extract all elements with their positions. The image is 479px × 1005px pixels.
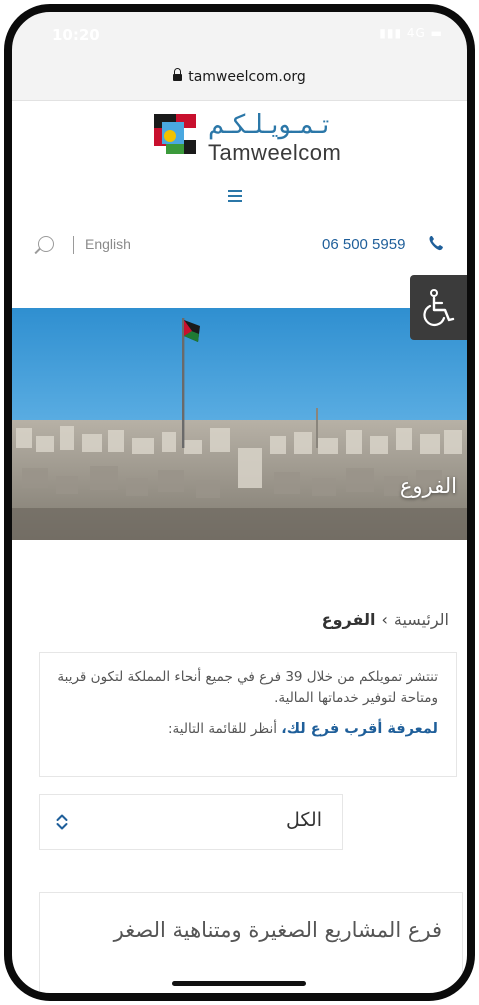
breadcrumb-home-link[interactable]: الرئيسية: [394, 610, 449, 629]
logo-mark-icon: [154, 114, 196, 154]
branch-filter-select[interactable]: الكل: [39, 794, 343, 850]
select-value: الكل: [286, 809, 322, 831]
network-type: 4G: [406, 26, 426, 40]
intro-card: تنتشر تمويلكم من خلال 39 فرع في جميع أنح…: [39, 652, 457, 777]
status-time: 10:20: [52, 26, 100, 44]
branch-title: فرع المشاريع الصغيرة ومتناهية الصغر: [113, 918, 442, 942]
language-switch-link[interactable]: English: [85, 236, 131, 252]
site-logo[interactable]: تـمـويـلـكـم Tamweelcom: [152, 110, 352, 170]
intro-cta-text: أنظر للقائمة التالية:: [168, 721, 282, 737]
hero-city-image: [12, 308, 467, 540]
browser-url-bar[interactable]: tamweelcom.org: [12, 56, 467, 101]
url-text: tamweelcom.org: [188, 69, 306, 85]
battery-icon: ▬: [430, 26, 443, 40]
signal-icon: ▮▮▮: [379, 26, 403, 40]
divider: [73, 236, 74, 254]
lock-icon: [173, 68, 183, 81]
accessibility-button[interactable]: [410, 275, 467, 340]
phone-number-link[interactable]: 06 500 5959: [322, 236, 405, 253]
home-indicator[interactable]: [172, 981, 306, 986]
wheelchair-icon: [423, 289, 455, 327]
hero-banner: [12, 308, 467, 540]
phone-icon: [429, 236, 443, 251]
hero-title: الفروع: [399, 474, 457, 498]
intro-cta: لمعرفة أقرب فرع لك، أنظر للقائمة التالية…: [168, 721, 438, 737]
intro-text: تنتشر تمويلكم من خلال 39 فرع في جميع أنح…: [57, 669, 438, 706]
url-display[interactable]: tamweelcom.org: [12, 68, 467, 85]
logo-english-text: Tamweelcom: [208, 140, 342, 165]
breadcrumb-current: الفروع: [321, 610, 376, 629]
breadcrumb: الرئيسية › الفروع: [322, 610, 449, 629]
network-indicator: ▮▮▮ 4G ▬: [379, 26, 443, 40]
screen: 10:20 ▮▮▮ 4G ▬ tamweelcom.org تـمـويـلـك…: [12, 12, 467, 993]
nearest-branch-link[interactable]: لمعرفة أقرب فرع لك،: [281, 721, 438, 737]
chevron-updown-icon: [56, 814, 68, 830]
chevron-left-icon: ›: [381, 610, 388, 629]
phone-frame: 10:20 ▮▮▮ 4G ▬ tamweelcom.org تـمـويـلـك…: [0, 0, 479, 1005]
status-bar: 10:20 ▮▮▮ 4G ▬: [12, 12, 467, 56]
search-icon[interactable]: [38, 236, 54, 252]
branch-card[interactable]: فرع المشاريع الصغيرة ومتناهية الصغر: [39, 892, 463, 993]
hamburger-menu-icon[interactable]: [228, 190, 242, 202]
logo-arabic-text: تـمـويـلـكـم: [208, 110, 330, 140]
